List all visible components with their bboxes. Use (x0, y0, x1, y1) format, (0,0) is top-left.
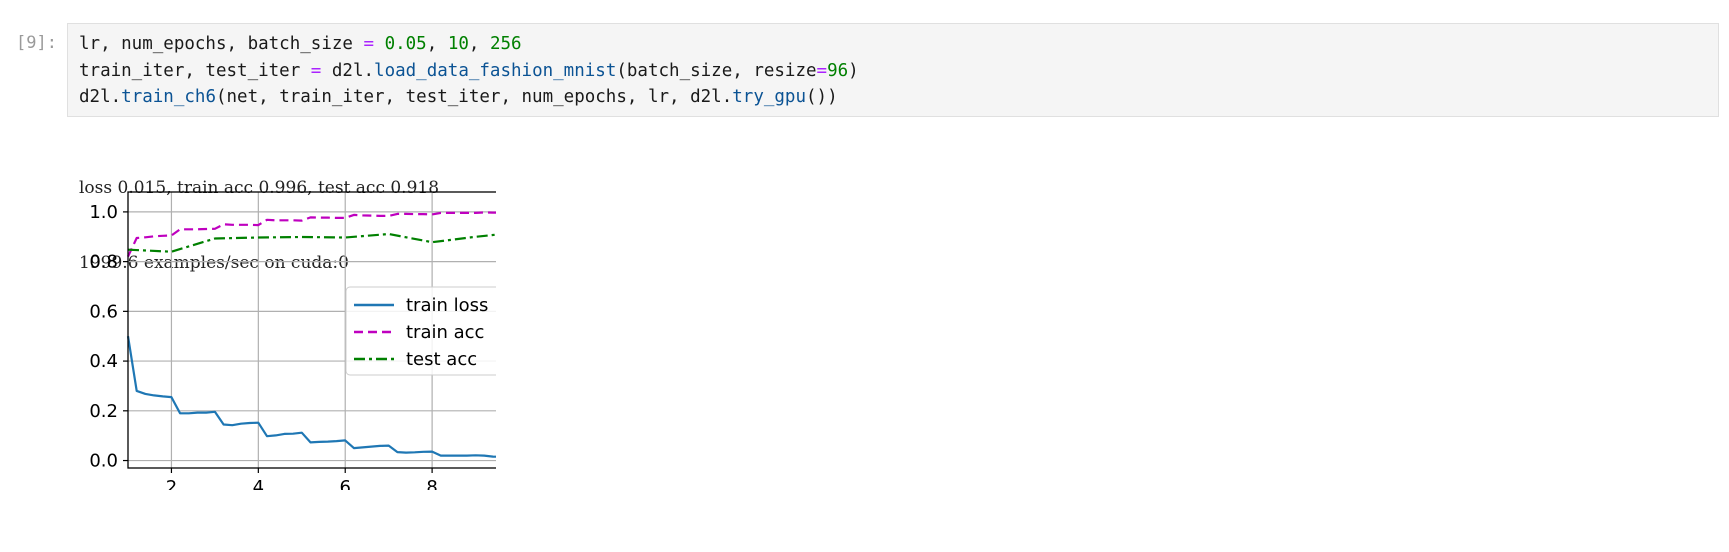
code-token: (net, train_iter, test_iter, num_epochs,… (215, 87, 733, 107)
y-tick-label: 0.0 (89, 451, 118, 472)
y-tick-label: 0.8 (89, 252, 118, 273)
code-token: 0.05 (384, 34, 427, 54)
x-tick-label: 6 (339, 477, 350, 490)
code-token: 96 (827, 60, 849, 81)
cell-prompt: [9]: (16, 33, 57, 53)
code-token: = (816, 60, 828, 81)
code-token: ) (848, 60, 859, 81)
code-token: 10 (447, 34, 469, 54)
code-input-cell[interactable]: lr, num_epochs, batch_size = 0.05, 10, 2… (67, 23, 1719, 117)
chart-legend: train loss train acc test acc (345, 286, 496, 376)
code-token: load_data_fashion_mnist (374, 60, 617, 81)
code-token: train_iter, test_iter (79, 60, 311, 81)
code-token: (batch_size, resize (616, 60, 817, 81)
y-tick-label: 0.6 (89, 301, 118, 322)
code-editor[interactable]: lr, num_epochs, batch_size = 0.05, 10, 2… (79, 31, 859, 111)
y-tick-label: 0.2 (89, 401, 118, 422)
code-token: try_gpu (732, 87, 807, 107)
legend-label: test acc (406, 349, 477, 370)
x-tick-label: 2 (166, 477, 177, 490)
code-token: , (426, 34, 448, 54)
legend-label: train loss (406, 295, 488, 316)
code-token: , (468, 34, 490, 54)
code-token: = (363, 34, 375, 54)
code-line: d2l.train_ch6(net, train_iter, test_iter… (79, 84, 859, 111)
legend-label: train acc (406, 322, 484, 343)
training-chart: 2468100.00.20.40.60.81.0epochtrain losst… (89, 191, 496, 490)
series-line-train-acc (127, 211, 496, 258)
series-line-test-acc (127, 232, 496, 253)
y-tick-label: 1.0 (89, 202, 118, 223)
code-line: lr, num_epochs, batch_size = 0.05, 10, 2… (79, 31, 859, 58)
code-token: train_ch6 (121, 87, 216, 107)
code-token: d2l. (79, 87, 122, 107)
y-tick-label: 0.4 (89, 351, 118, 372)
x-tick-label: 4 (253, 477, 264, 490)
code-token: = (310, 60, 322, 81)
code-token: 256 (489, 34, 522, 54)
code-line: train_iter, test_iter = d2l.load_data_fa… (79, 58, 859, 85)
code-token: d2l. (321, 60, 375, 81)
x-tick-label: 8 (426, 477, 437, 490)
code-token: ()) (806, 87, 838, 107)
code-token: lr, num_epochs, batch_size (79, 34, 364, 54)
